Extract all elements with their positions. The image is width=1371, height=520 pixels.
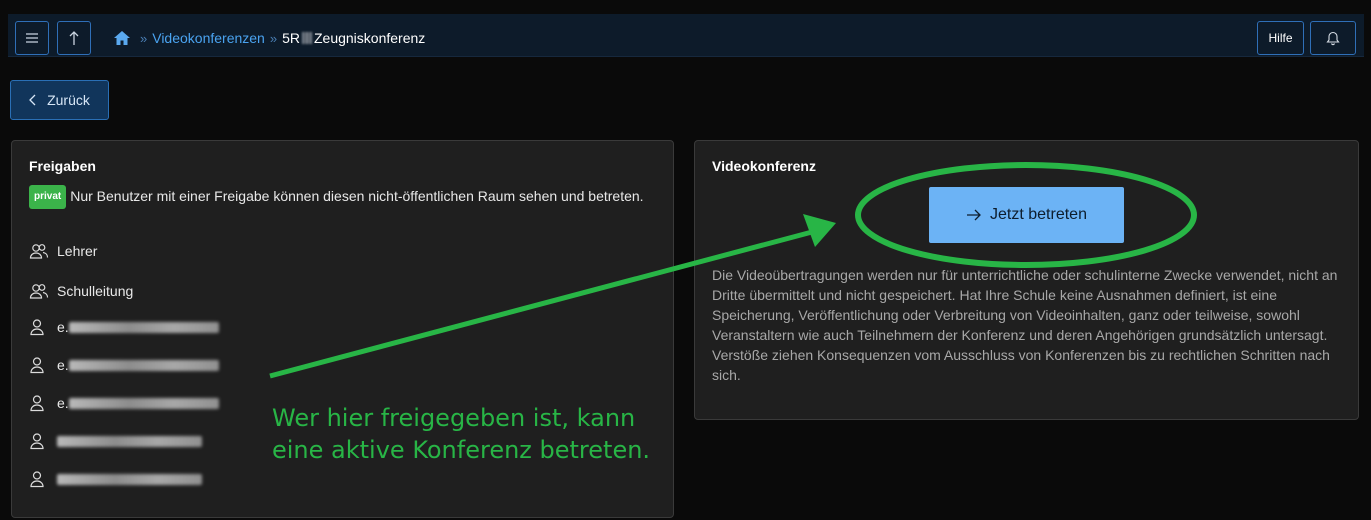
- share-group-schulleitung: Schulleitung: [29, 281, 133, 301]
- user-icon: [30, 319, 44, 336]
- navbar: » Videokonferenzen » 5R Zeugniskonferenz…: [8, 14, 1364, 57]
- chevron-left-icon: [29, 94, 36, 106]
- share-user: e.: [29, 355, 219, 375]
- breadcrumb-videokonferenzen[interactable]: Videokonferenzen: [152, 30, 265, 46]
- annotation-line-1: Wer hier freigegeben ist, kann: [272, 404, 636, 432]
- share-group-label: Schulleitung: [57, 283, 134, 299]
- redacted-username: [68, 397, 219, 409]
- share-user: [29, 469, 202, 489]
- shares-title: Freigaben: [29, 158, 96, 174]
- arrow-right-icon: [967, 209, 981, 221]
- users-icon: [29, 244, 49, 259]
- notifications-button[interactable]: [1310, 21, 1356, 55]
- share-group-label: Lehrer: [57, 243, 98, 259]
- help-button[interactable]: Hilfe: [1257, 21, 1304, 55]
- breadcrumb-separator: »: [140, 30, 148, 46]
- breadcrumb-separator: »: [269, 30, 278, 46]
- conference-title: Videokonferenz: [712, 158, 816, 174]
- up-button[interactable]: [57, 21, 91, 55]
- annotation-line-2: eine aktive Konferenz betreten.: [272, 436, 651, 464]
- annotation-text: Wer hier freigegeben ist, kann eine akti…: [272, 402, 672, 466]
- user-icon: [30, 357, 44, 374]
- shares-description-text: Nur Benutzer mit einer Freigabe können d…: [70, 188, 644, 204]
- user-icon: [30, 395, 44, 412]
- share-group-lehrer: Lehrer: [29, 241, 97, 261]
- hamburger-icon: [26, 33, 38, 43]
- share-user: e.: [29, 393, 219, 413]
- home-icon[interactable]: [113, 30, 131, 46]
- share-user-prefix: e.: [57, 395, 69, 411]
- share-user: [29, 431, 202, 451]
- join-button[interactable]: Jetzt betreten: [929, 187, 1124, 243]
- share-user: e.: [29, 317, 219, 337]
- arrow-up-icon: [69, 31, 79, 45]
- breadcrumb-current-title: Zeugniskonferenz: [313, 30, 426, 46]
- bell-icon: [1326, 31, 1340, 45]
- shares-description: privat Nur Benutzer mit einer Freigabe kö…: [29, 185, 649, 209]
- breadcrumb-current-prefix: 5R: [282, 30, 300, 46]
- redacted-username: [57, 435, 202, 447]
- back-button-label: Zurück: [47, 92, 90, 108]
- share-user-prefix: e.: [57, 357, 69, 373]
- private-badge: privat: [29, 185, 67, 209]
- redacted-username: [68, 321, 219, 333]
- conference-panel: Videokonferenz Jetzt betreten Die Videoü…: [694, 140, 1359, 420]
- breadcrumb: » Videokonferenzen » 5R Zeugniskonferenz: [113, 26, 425, 50]
- conference-notice: Die Videoübertragungen werden nur für un…: [712, 267, 1338, 383]
- menu-button[interactable]: [15, 21, 49, 55]
- redacted-username: [68, 359, 219, 371]
- join-button-label: Jetzt betreten: [990, 206, 1087, 223]
- back-button[interactable]: Zurück: [10, 80, 109, 120]
- user-icon: [30, 433, 44, 450]
- user-icon: [30, 471, 44, 488]
- share-user-prefix: e.: [57, 319, 69, 335]
- top-bar: » Videokonferenzen » 5R Zeugniskonferenz…: [0, 0, 1371, 62]
- redacted-text: [301, 32, 312, 44]
- users-icon: [29, 284, 49, 299]
- redacted-username: [57, 473, 202, 485]
